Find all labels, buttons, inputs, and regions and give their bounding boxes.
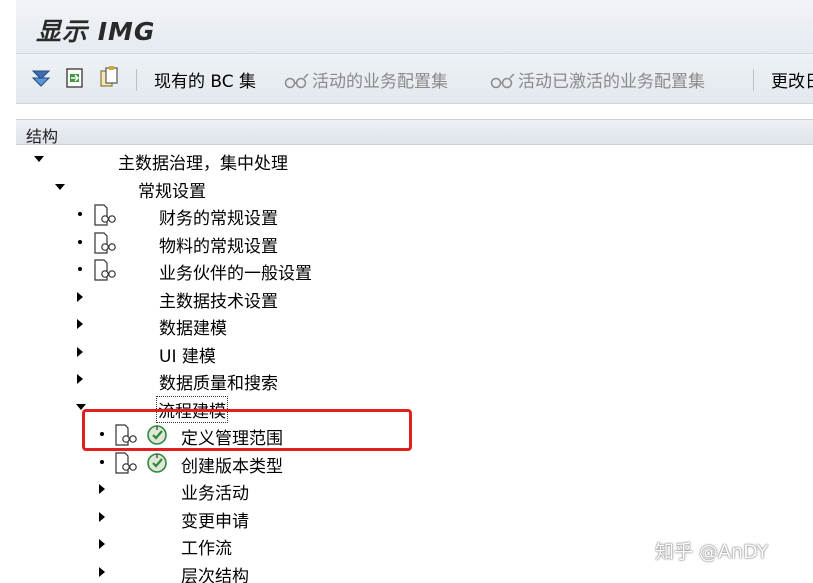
collapse-icon[interactable] [55, 183, 65, 190]
highlight-annotation [82, 409, 412, 451]
structure-header: 结构 [16, 119, 813, 146]
tree-node-data-modeling[interactable]: 数据建模 [16, 311, 813, 339]
expand-all-icon[interactable] [30, 66, 52, 90]
find-icon[interactable] [64, 66, 86, 90]
documentation-icon[interactable] [93, 204, 117, 226]
img-tree: 主数据治理，集中处理 常规设置 财务的常规设置 物料的常规设置 业务伙伴的一般设… [16, 146, 813, 583]
activated-bc-sets-label: 活动已激活的业务配置集 [518, 72, 705, 92]
tree-node-label: 常规设置 [138, 181, 206, 202]
expand-icon[interactable] [99, 511, 105, 522]
tree-node-data-quality[interactable]: 数据质量和搜索 [16, 366, 813, 394]
active-bc-sets-button[interactable]: 活动的业务配置集 [284, 67, 448, 92]
tree-node-label: 数据建模 [159, 319, 227, 339]
structure-header-label: 结构 [26, 127, 59, 146]
tree-node-label: 工作流 [181, 539, 232, 559]
expand-icon[interactable] [99, 566, 105, 577]
tree-node-label: 数据质量和搜索 [159, 374, 278, 394]
window-title: 显示 IMG [36, 17, 156, 46]
expand-icon[interactable] [99, 539, 105, 549]
bc-set-icon [284, 73, 309, 89]
tree-node-label: 层次结构 [181, 566, 249, 583]
expand-icon[interactable] [77, 346, 83, 357]
copy-icon[interactable] [98, 66, 120, 90]
tree-node-label: 财务的常规设置 [159, 209, 278, 229]
spacer [16, 105, 813, 119]
leaf-bullet [100, 459, 104, 464]
leaf-bullet [78, 239, 82, 244]
toolbar: 现有的 BC 集 活动的业务配置集 活动已激活的业务配置集 更改日 [16, 54, 813, 104]
tree-node-material-settings[interactable]: 物料的常规设置 [16, 229, 813, 257]
tree-node-change-requests[interactable]: 变更申请 [16, 504, 813, 532]
toolbar-separator [136, 69, 137, 91]
title-bar: 显示 IMG [16, 0, 813, 54]
tree-node-root[interactable]: 主数据治理，集中处理 [16, 146, 813, 174]
tree-node-create-edition-type[interactable]: 创建版本类型 [16, 449, 813, 477]
tree-node-business-activities[interactable]: 业务活动 [16, 476, 813, 504]
tree-node-label: 主数据技术设置 [159, 291, 278, 312]
tree-node-label: 物料的常规设置 [159, 236, 278, 257]
bc-set-icon [490, 73, 515, 89]
active-bc-sets-label: 活动的业务配置集 [312, 72, 448, 92]
execute-activity-icon[interactable] [146, 452, 168, 474]
tree-node-label: 变更申请 [181, 511, 249, 532]
leaf-bullet [78, 267, 82, 271]
expand-icon[interactable] [77, 374, 83, 384]
toolbar-separator [753, 69, 754, 91]
tree-node-finance-settings[interactable]: 财务的常规设置 [16, 201, 813, 229]
tree-node-technical-settings[interactable]: 主数据技术设置 [16, 284, 813, 312]
tree-node-partner-settings[interactable]: 业务伙伴的一般设置 [16, 256, 813, 284]
expand-icon[interactable] [77, 319, 83, 329]
documentation-icon[interactable] [93, 231, 117, 254]
expand-icon[interactable] [99, 484, 105, 494]
activated-bc-sets-button[interactable]: 活动已激活的业务配置集 [490, 67, 705, 92]
expand-icon[interactable] [77, 291, 83, 302]
collapse-icon[interactable] [34, 156, 44, 162]
documentation-icon[interactable] [114, 451, 138, 474]
tree-node-label: 创建版本类型 [181, 456, 283, 477]
existing-bc-sets-button[interactable]: 现有的 BC 集 [154, 67, 256, 92]
tree-node-ui-modeling[interactable]: UI 建模 [16, 339, 813, 367]
change-log-button[interactable]: 更改日 [771, 67, 813, 92]
tree-node-label: 主数据治理，集中处理 [118, 154, 288, 174]
watermark: 知乎 @AnDY [655, 541, 769, 563]
leaf-bullet [78, 212, 82, 216]
tree-node-label: UI 建模 [159, 346, 216, 367]
tree-node-label: 业务伙伴的一般设置 [159, 264, 312, 284]
documentation-icon[interactable] [93, 259, 117, 281]
tree-node-general-settings[interactable]: 常规设置 [16, 174, 813, 202]
tree-node-label: 业务活动 [181, 484, 249, 504]
